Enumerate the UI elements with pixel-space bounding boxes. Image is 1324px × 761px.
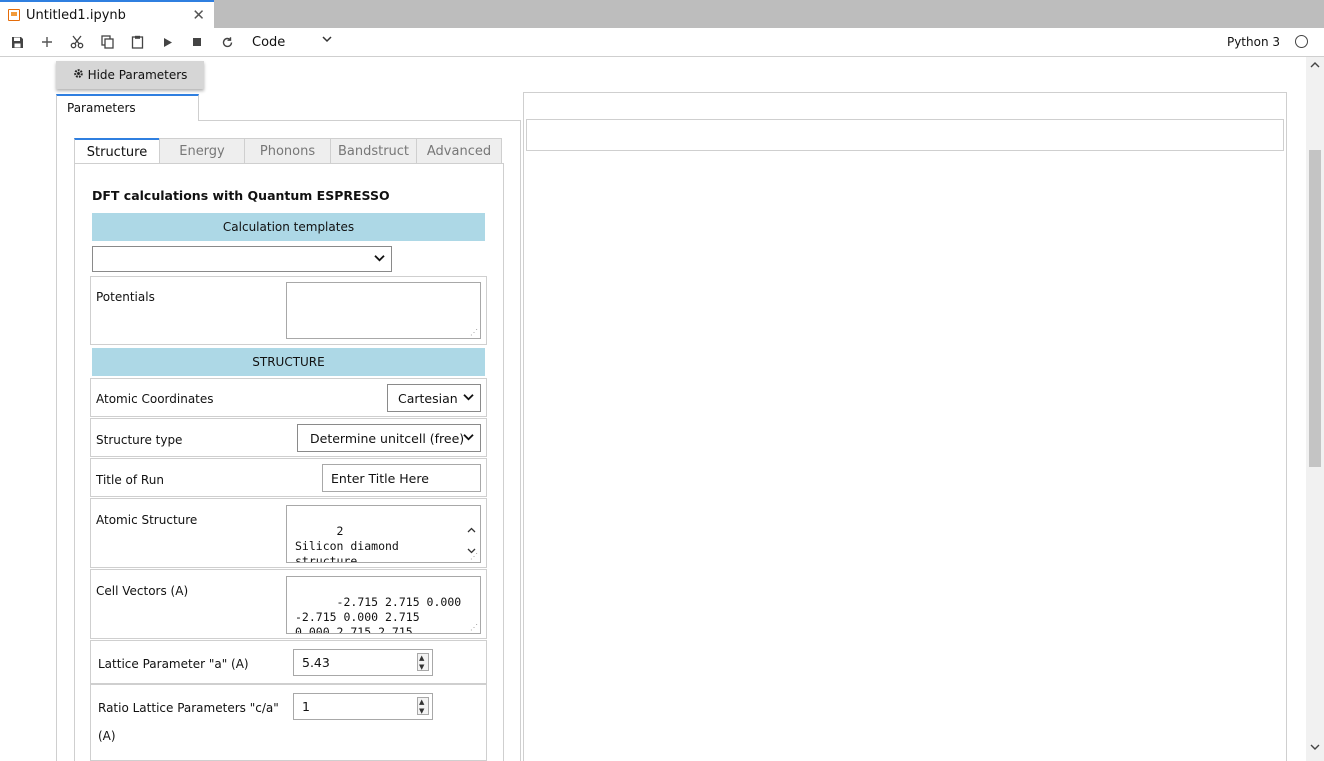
hide-parameters-button[interactable]: Hide Parameters (56, 61, 204, 89)
notebook-tab[interactable]: Untitled1.ipynb ✕ (0, 0, 214, 28)
atomic-coordinates-select[interactable]: Cartesian (387, 384, 481, 412)
calculation-templates-select[interactable] (92, 246, 392, 272)
tab-bandstruct[interactable]: Bandstruct (330, 138, 417, 164)
cell-type-select[interactable]: Code (252, 33, 336, 51)
hide-parameters-label: Hide Parameters (87, 68, 188, 82)
title-of-run-row: Title of Run Enter Title Here (90, 458, 487, 497)
resize-grip-icon[interactable]: ⋰ (470, 329, 478, 337)
atomic-coordinates-label: Atomic Coordinates (96, 392, 214, 406)
atomic-coordinates-value: Cartesian (398, 390, 458, 406)
tab-advanced[interactable]: Advanced (416, 138, 502, 164)
ratio-ca-label: Ratio Lattice Parameters "c/a" (98, 701, 279, 715)
chevron-down-icon (374, 251, 385, 266)
copy-icon[interactable] (96, 32, 118, 52)
chevron-down-icon (463, 390, 474, 405)
scroll-down-icon[interactable] (424, 530, 476, 562)
tab-parameters-label: Parameters (67, 101, 136, 115)
potentials-label: Potentials (96, 290, 155, 304)
lattice-a-value: 5.43 (302, 655, 330, 670)
close-icon[interactable]: ✕ (192, 6, 205, 24)
notebook-icon (8, 9, 20, 21)
structure-type-row: Structure type Determine unitcell (free) (90, 418, 487, 457)
tab-parameters[interactable]: Parameters (56, 94, 199, 121)
title-of-run-value: Enter Title Here (331, 470, 429, 486)
chevron-down-icon (322, 32, 332, 47)
run-icon[interactable] (157, 32, 179, 52)
atomic-structure-textarea[interactable]: 2 Silicon diamond structure ⋰ (286, 505, 481, 563)
ratio-ca-spinner[interactable]: ▲ ▼ (417, 697, 429, 715)
kernel-status-icon (1295, 35, 1308, 48)
gear-icon (73, 68, 84, 82)
kernel-name[interactable]: Python 3 (1227, 35, 1280, 49)
chevron-down-icon (463, 430, 474, 445)
resize-grip-icon[interactable]: ⋰ (470, 624, 478, 632)
potentials-row: Potentials ⋰ (90, 276, 487, 345)
spin-up-icon[interactable]: ▲ (419, 654, 424, 662)
save-icon[interactable] (6, 32, 28, 52)
spin-down-icon[interactable]: ▼ (419, 663, 424, 671)
ratio-ca-input[interactable]: 1 ▲ ▼ (293, 693, 433, 720)
ratio-ca-value: 1 (302, 699, 310, 714)
lattice-a-input[interactable]: 5.43 ▲ ▼ (293, 649, 433, 676)
inner-tab-bar: Structure Energy Phonons Bandstruct Adva… (74, 138, 504, 164)
scrollbar-thumb[interactable] (1309, 150, 1321, 467)
output-box (526, 119, 1284, 151)
cell-vectors-value: -2.715 2.715 0.000 -2.715 0.000 2.715 0.… (295, 595, 462, 634)
lattice-a-label: Lattice Parameter "a" (A) (98, 657, 249, 671)
paste-icon[interactable] (126, 32, 148, 52)
cut-icon[interactable] (66, 32, 88, 52)
resize-grip-icon[interactable]: ⋰ (470, 553, 478, 561)
cell-vectors-textarea[interactable]: -2.715 2.715 0.000 -2.715 0.000 2.715 0.… (286, 576, 481, 634)
notebook-tab-title: Untitled1.ipynb (26, 7, 126, 23)
spin-down-icon[interactable]: ▼ (419, 707, 424, 715)
structure-type-select[interactable]: Determine unitcell (free) (297, 424, 481, 452)
title-of-run-input[interactable]: Enter Title Here (322, 464, 481, 492)
tab-structure[interactable]: Structure (74, 138, 160, 164)
tab-energy[interactable]: Energy (159, 138, 245, 164)
lattice-a-row: Lattice Parameter "a" (A) 5.43 ▲ ▼ (90, 640, 487, 684)
structure-section-header: STRUCTURE (92, 348, 485, 376)
scroll-up-icon[interactable] (1310, 60, 1320, 71)
lattice-a-spinner[interactable]: ▲ ▼ (417, 653, 429, 671)
atomic-structure-label: Atomic Structure (96, 513, 198, 527)
notebook-toolbar: Code Python 3 (0, 28, 1324, 57)
add-icon[interactable] (36, 32, 58, 52)
ratio-ca-row: Ratio Lattice Parameters "c/a" (A) 1 ▲ ▼ (90, 684, 487, 761)
restart-icon[interactable] (216, 32, 238, 52)
tab-strip: Untitled1.ipynb ✕ (0, 0, 1324, 28)
spin-up-icon[interactable]: ▲ (419, 698, 424, 706)
potentials-textarea[interactable]: ⋰ (286, 282, 481, 339)
atomic-coordinates-row: Atomic Coordinates Cartesian (90, 378, 487, 417)
cell-type-value: Code (252, 34, 286, 50)
scroll-down-icon[interactable] (1310, 743, 1320, 754)
title-of-run-label: Title of Run (96, 473, 164, 487)
notebook-output-area: Hide Parameters Parameters Structure Ene… (0, 57, 1324, 761)
tab-phonons[interactable]: Phonons (244, 138, 331, 164)
form-heading: DFT calculations with Quantum ESPRESSO (92, 188, 390, 203)
ratio-ca-label-unit: (A) (98, 729, 116, 743)
cell-vectors-label: Cell Vectors (A) (96, 584, 189, 598)
structure-type-label: Structure type (96, 433, 183, 447)
atomic-structure-value: 2 Silicon diamond structure (295, 524, 399, 563)
atomic-structure-row: Atomic Structure 2 Silicon diamond struc… (90, 498, 487, 568)
calculation-templates-header: Calculation templates (92, 213, 485, 241)
output-panel (523, 92, 1287, 761)
stop-icon[interactable] (186, 32, 208, 52)
structure-type-value: Determine unitcell (free) (310, 430, 465, 446)
vertical-scrollbar[interactable] (1306, 57, 1324, 761)
cell-vectors-row: Cell Vectors (A) -2.715 2.715 0.000 -2.7… (90, 569, 487, 639)
